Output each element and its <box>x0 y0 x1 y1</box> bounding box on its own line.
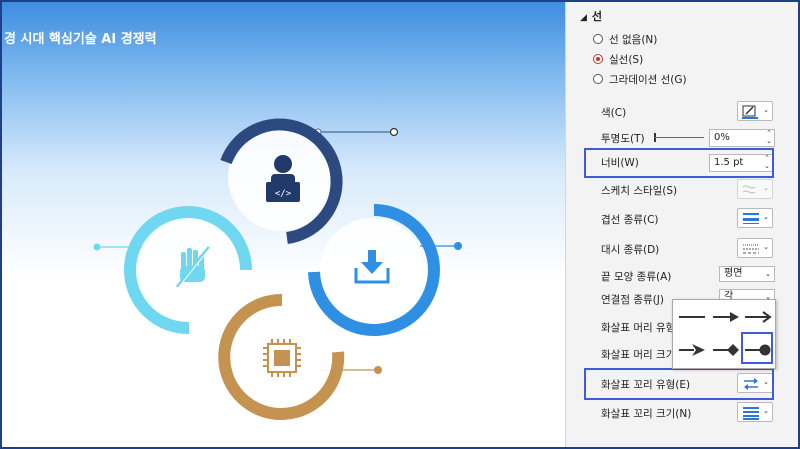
triangle-arrow-icon <box>713 312 739 322</box>
width-label: 너비(W) <box>601 157 639 169</box>
chevron-down-icon: ⌄ <box>763 378 769 386</box>
row-color: 색(C) ⌄ <box>566 100 798 124</box>
compound-type-label: 겹선 종류(C) <box>601 214 659 226</box>
open-arrow-icon <box>745 311 772 323</box>
radio-solid-line[interactable]: 실선(S) <box>593 52 643 70</box>
connector-cyan-end <box>93 243 101 251</box>
dashed-lines-icon <box>743 244 759 254</box>
arrow-type-gallery <box>672 299 776 369</box>
cap-type-select[interactable]: 평면 ⌄ <box>719 266 775 282</box>
plain-line-icon <box>679 316 705 318</box>
radio-circle-selected[interactable] <box>593 54 603 64</box>
row-cap-type: 끝 모양 종류(A) 평면 ⌄ <box>566 264 798 288</box>
slide-canvas[interactable]: 경 시대 핵심기술 AI 경쟁력 </> <box>2 2 565 447</box>
line-weights-icon <box>743 407 759 420</box>
width-input[interactable]: 1.5 pt ⌃ ⌄ <box>709 154 773 172</box>
end-arrow-type-label: 화살표 꼬리 유형(E) <box>601 379 691 391</box>
dash-type-label: 대시 종류(D) <box>601 244 660 256</box>
radio-circle[interactable] <box>593 74 603 84</box>
cap-type-value: 평면 <box>724 268 743 279</box>
compound-type-button[interactable]: ⌄ <box>737 208 773 228</box>
sketch-style-button[interactable]: ⌄ <box>737 179 773 199</box>
dash-type-button[interactable]: ⌄ <box>737 238 773 258</box>
chevron-down-icon: ⌄ <box>763 184 769 192</box>
transparency-value: 0% <box>714 132 730 143</box>
connector-navy-end <box>389 127 399 137</box>
stealth-arrow-icon <box>679 344 705 356</box>
row-sketch-style: 스케치 스타일(S) ⌄ <box>566 178 798 202</box>
color-picker-button[interactable]: ⌄ <box>737 101 773 121</box>
row-end-arrow-type: 화살표 꼬리 유형(E) ⌄ <box>566 372 798 396</box>
spinner-icon[interactable]: ⌃ ⌄ <box>764 154 770 170</box>
radio-circle[interactable] <box>593 34 603 44</box>
arrow-option-oval[interactable] <box>743 338 773 362</box>
swap-arrows-icon <box>744 378 758 390</box>
chevron-down-icon: ⌄ <box>765 270 771 278</box>
arrow-option-open[interactable] <box>743 305 773 329</box>
svg-text:</>: </> <box>275 189 292 199</box>
squiggle-line-icon <box>742 185 756 194</box>
row-width: 너비(W) 1.5 pt ⌃ ⌄ <box>566 150 798 174</box>
arrow-option-triangle[interactable] <box>711 305 741 329</box>
caret-down-icon: ◢ <box>580 13 587 23</box>
chevron-down-icon: ⌄ <box>763 213 769 221</box>
compound-lines-icon <box>743 213 759 224</box>
radio-no-line[interactable]: 선 없음(N) <box>593 32 657 50</box>
arrow-option-line[interactable] <box>677 305 707 329</box>
chevron-down-icon: ⌄ <box>763 106 769 114</box>
begin-arrow-type-label: 화살표 머리 유형 <box>601 322 676 334</box>
radio-label: 실선(S) <box>609 54 644 66</box>
end-arrow-size-label: 화살표 꼬리 크기(N) <box>601 408 692 420</box>
pen-color-icon <box>742 105 758 119</box>
color-label: 색(C) <box>601 107 627 119</box>
radio-label: 선 없음(N) <box>609 34 658 46</box>
radio-label: 그라데이션 선(G) <box>609 74 687 86</box>
chevron-down-icon: ⌄ <box>763 407 769 415</box>
window-frame: 경 시대 핵심기술 AI 경쟁력 </> ◢ 선 선 없음(N) 실선(S) 그… <box>2 2 798 447</box>
circular-diagram[interactable]: </> <box>2 2 565 447</box>
row-end-arrow-size: 화살표 꼬리 크기(N) ⌄ <box>566 401 798 425</box>
oval-arrow-icon <box>745 344 771 356</box>
section-line-header[interactable]: ◢ 선 <box>566 4 798 28</box>
end-arrow-type-button[interactable]: ⌄ <box>737 373 773 393</box>
join-type-label: 연결점 종류(J) <box>601 294 664 306</box>
format-shape-pane: ◢ 선 선 없음(N) 실선(S) 그라데이션 선(G) 색(C) ⌄ 투명도(… <box>565 2 798 447</box>
spinner-icon[interactable]: ⌃ ⌄ <box>766 129 772 145</box>
arrow-option-stealth[interactable] <box>677 338 707 362</box>
begin-arrow-size-label: 화살표 머리 크기 <box>601 349 676 361</box>
diamond-arrow-icon <box>713 344 739 356</box>
arrow-option-diamond[interactable] <box>711 338 741 362</box>
end-arrow-size-button[interactable]: ⌄ <box>737 402 773 422</box>
chip-icon <box>263 339 301 377</box>
transparency-slider-track[interactable] <box>654 137 704 138</box>
section-title: 선 <box>591 10 603 23</box>
row-compound-type: 겹선 종류(C) ⌄ <box>566 207 798 231</box>
row-transparency: 투명도(T) 0% ⌃ ⌄ <box>566 126 798 150</box>
row-dash-type: 대시 종류(D) ⌄ <box>566 237 798 261</box>
cap-type-label: 끝 모양 종류(A) <box>601 271 672 283</box>
width-value: 1.5 pt <box>714 157 744 168</box>
transparency-input[interactable]: 0% ⌃ ⌄ <box>709 129 775 147</box>
chevron-down-icon: ⌄ <box>763 243 769 251</box>
connector-blue-end <box>454 242 462 250</box>
connector-bronze-end <box>374 366 382 374</box>
radio-gradient-line[interactable]: 그라데이션 선(G) <box>593 72 687 90</box>
transparency-label: 투명도(T) <box>601 133 645 145</box>
sketch-style-label: 스케치 스타일(S) <box>601 185 678 197</box>
